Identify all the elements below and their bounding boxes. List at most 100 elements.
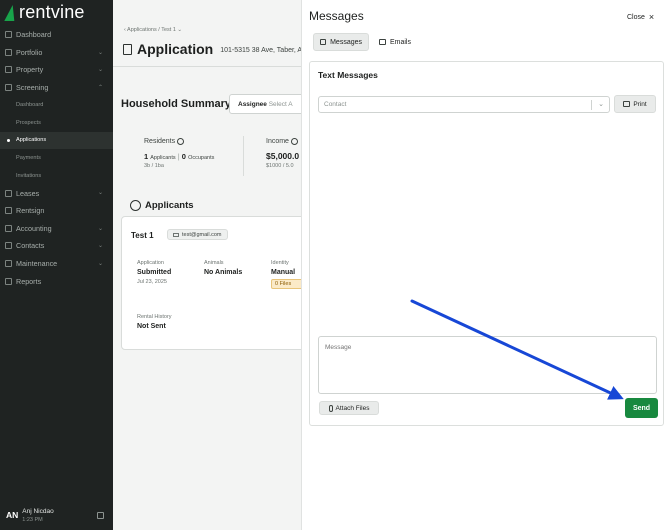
sidebar-subitem-prospects[interactable]: Prospects	[0, 114, 113, 132]
sidebar-subitem-applications[interactable]: Applications	[0, 131, 113, 150]
household-summary-title: Household Summary	[121, 98, 232, 110]
animals-field: Animals No Animals	[204, 260, 242, 276]
chevron-down-icon: ⌄	[97, 49, 103, 56]
income-label: Income	[266, 138, 289, 145]
occupants-count: 0	[181, 152, 186, 161]
sidebar-item-contacts[interactable]: Contacts ⌄	[0, 237, 113, 255]
maintenance-icon	[5, 260, 12, 268]
chevron-down-icon: ⌄	[97, 190, 103, 197]
sidebar-item-screening[interactable]: Screening ⌃	[0, 79, 113, 97]
breadcrumb[interactable]: ‹ Applications / Test 1 ⌄	[124, 27, 182, 33]
contact-placeholder: Contact	[324, 101, 347, 108]
sidebar-item-leases[interactable]: Leases ⌄	[0, 184, 113, 202]
page-title: Application	[137, 41, 214, 57]
sidebar-subitem-label: Invitations	[16, 172, 42, 179]
info-icon[interactable]	[290, 138, 298, 145]
page-header: Application 101-5315 38 Ave, Taber, AL	[123, 41, 306, 57]
applicants-count: 1	[144, 152, 149, 161]
contacts-icon	[5, 242, 12, 250]
attach-files-button[interactable]: Attach Files	[319, 401, 379, 415]
chevron-up-icon: ⌃	[97, 84, 103, 91]
close-icon: ×	[648, 12, 655, 22]
chat-bubble-icon	[320, 39, 327, 45]
applicant-email: test@gmail.com	[182, 231, 222, 238]
active-indicator-dot	[7, 139, 10, 143]
print-button[interactable]: Print	[614, 95, 656, 113]
applicant-name: Test 1	[131, 231, 154, 240]
divider	[591, 100, 592, 110]
sidebar-item-label: Accounting	[16, 223, 52, 233]
portfolio-icon	[5, 48, 12, 56]
user-profile[interactable]: AN Anj Nicdao 1:23 PM	[0, 500, 113, 530]
rental-history-field: Rental History Not Sent	[137, 314, 172, 330]
sidebar-item-rentsign[interactable]: Rentsign	[0, 202, 113, 220]
sidebar-item-label: Maintenance	[16, 259, 58, 269]
residents-stat: Residents 1 Applicants | 0 Occupants 3b …	[144, 138, 214, 169]
email-chip[interactable]: test@gmail.com	[167, 229, 228, 240]
sidebar-item-dashboard[interactable]: Dashboard	[0, 26, 113, 44]
sidebar-nav: Dashboard Portfolio ⌄ Property ⌄ Screeni…	[0, 26, 113, 290]
screening-icon	[5, 84, 12, 92]
tab-label: Messages	[330, 38, 362, 46]
identity-field: Identity Manual 0 Files	[271, 260, 305, 289]
sidebar-item-maintenance[interactable]: Maintenance ⌄	[0, 255, 113, 273]
divider	[243, 136, 244, 176]
assignee-placeholder: Select A	[268, 101, 293, 108]
chevron-down-icon: ⌄	[97, 260, 103, 267]
user-time: 1:23 PM	[22, 516, 43, 523]
property-icon	[5, 66, 12, 74]
contact-select[interactable]: Contact ⌄	[318, 96, 610, 113]
attach-label: Attach Files	[335, 404, 370, 412]
sidebar-subitem-payments[interactable]: Payments	[0, 149, 113, 167]
bed-bath: 3b / 1ba	[144, 163, 164, 169]
sidebar-item-accounting[interactable]: Accounting ⌄	[0, 220, 113, 238]
envelope-icon	[173, 232, 179, 237]
sidebar-item-property[interactable]: Property ⌄	[0, 61, 113, 79]
close-label: Close	[627, 13, 645, 21]
brand-logo[interactable]: rentvine	[4, 2, 85, 23]
residents-counts: 1 Applicants | 0 Occupants	[144, 152, 215, 161]
income-value: $5,000.0	[266, 151, 300, 161]
sidebar-subitem-dashboard[interactable]: Dashboard	[0, 96, 113, 114]
send-button[interactable]: Send	[625, 398, 658, 418]
sidebar-subitem-invitations[interactable]: Invitations	[0, 167, 113, 185]
files-badge[interactable]: 0 Files	[271, 279, 305, 289]
field-label: Rental History	[137, 314, 172, 320]
assignee-select[interactable]: Assignee Select A	[229, 94, 309, 114]
sidebar-subitem-label: Payments	[16, 154, 41, 161]
field-value: No Animals	[204, 269, 243, 276]
logout-icon[interactable]	[97, 512, 104, 519]
sidebar-item-label: Portfolio	[16, 47, 43, 57]
paperclip-icon	[328, 404, 333, 412]
tab-messages[interactable]: Messages	[313, 33, 369, 51]
user-info: Anj Nicdao 1:23 PM	[22, 508, 53, 523]
sidebar-item-reports[interactable]: Reports	[0, 272, 113, 290]
field-value: Submitted	[137, 269, 172, 276]
application-date: Jul 23, 2025	[137, 279, 167, 285]
user-circle-icon	[130, 200, 141, 211]
sidebar-item-label: Reports	[16, 276, 42, 286]
sidebar-item-portfolio[interactable]: Portfolio ⌄	[0, 44, 113, 62]
close-button[interactable]: Close ×	[627, 12, 654, 22]
accounting-icon	[5, 224, 12, 232]
info-icon[interactable]	[177, 138, 185, 145]
message-input[interactable]	[318, 336, 657, 394]
sidebar-subitem-label: Dashboard	[16, 102, 44, 109]
drawer-title: Messages	[309, 9, 364, 23]
brand-name: rentvine	[19, 2, 85, 22]
property-address: 101-5315 38 Ave, Taber, AL	[220, 46, 306, 54]
applicant-card[interactable]: Test 1 test@gmail.com Application Submit…	[121, 216, 311, 350]
sidebar: rentvine Dashboard Portfolio ⌄ Property …	[0, 0, 113, 530]
tab-emails[interactable]: Emails	[373, 33, 417, 51]
printer-icon	[623, 101, 631, 107]
print-label: Print	[633, 100, 647, 108]
text-messages-panel: Text Messages Contact ⌄ Print Attach Fil…	[309, 61, 664, 426]
field-label: Animals	[204, 260, 224, 266]
rentvine-logo-icon	[4, 4, 18, 21]
assignee-label: Assignee	[238, 101, 267, 108]
rentsign-icon	[5, 207, 12, 215]
residents-label: Residents	[144, 138, 176, 145]
field-value: Not Sent	[137, 323, 166, 330]
sidebar-item-label: Dashboard	[16, 30, 52, 40]
application-field: Application Submitted Jul 23, 2025	[137, 260, 171, 285]
